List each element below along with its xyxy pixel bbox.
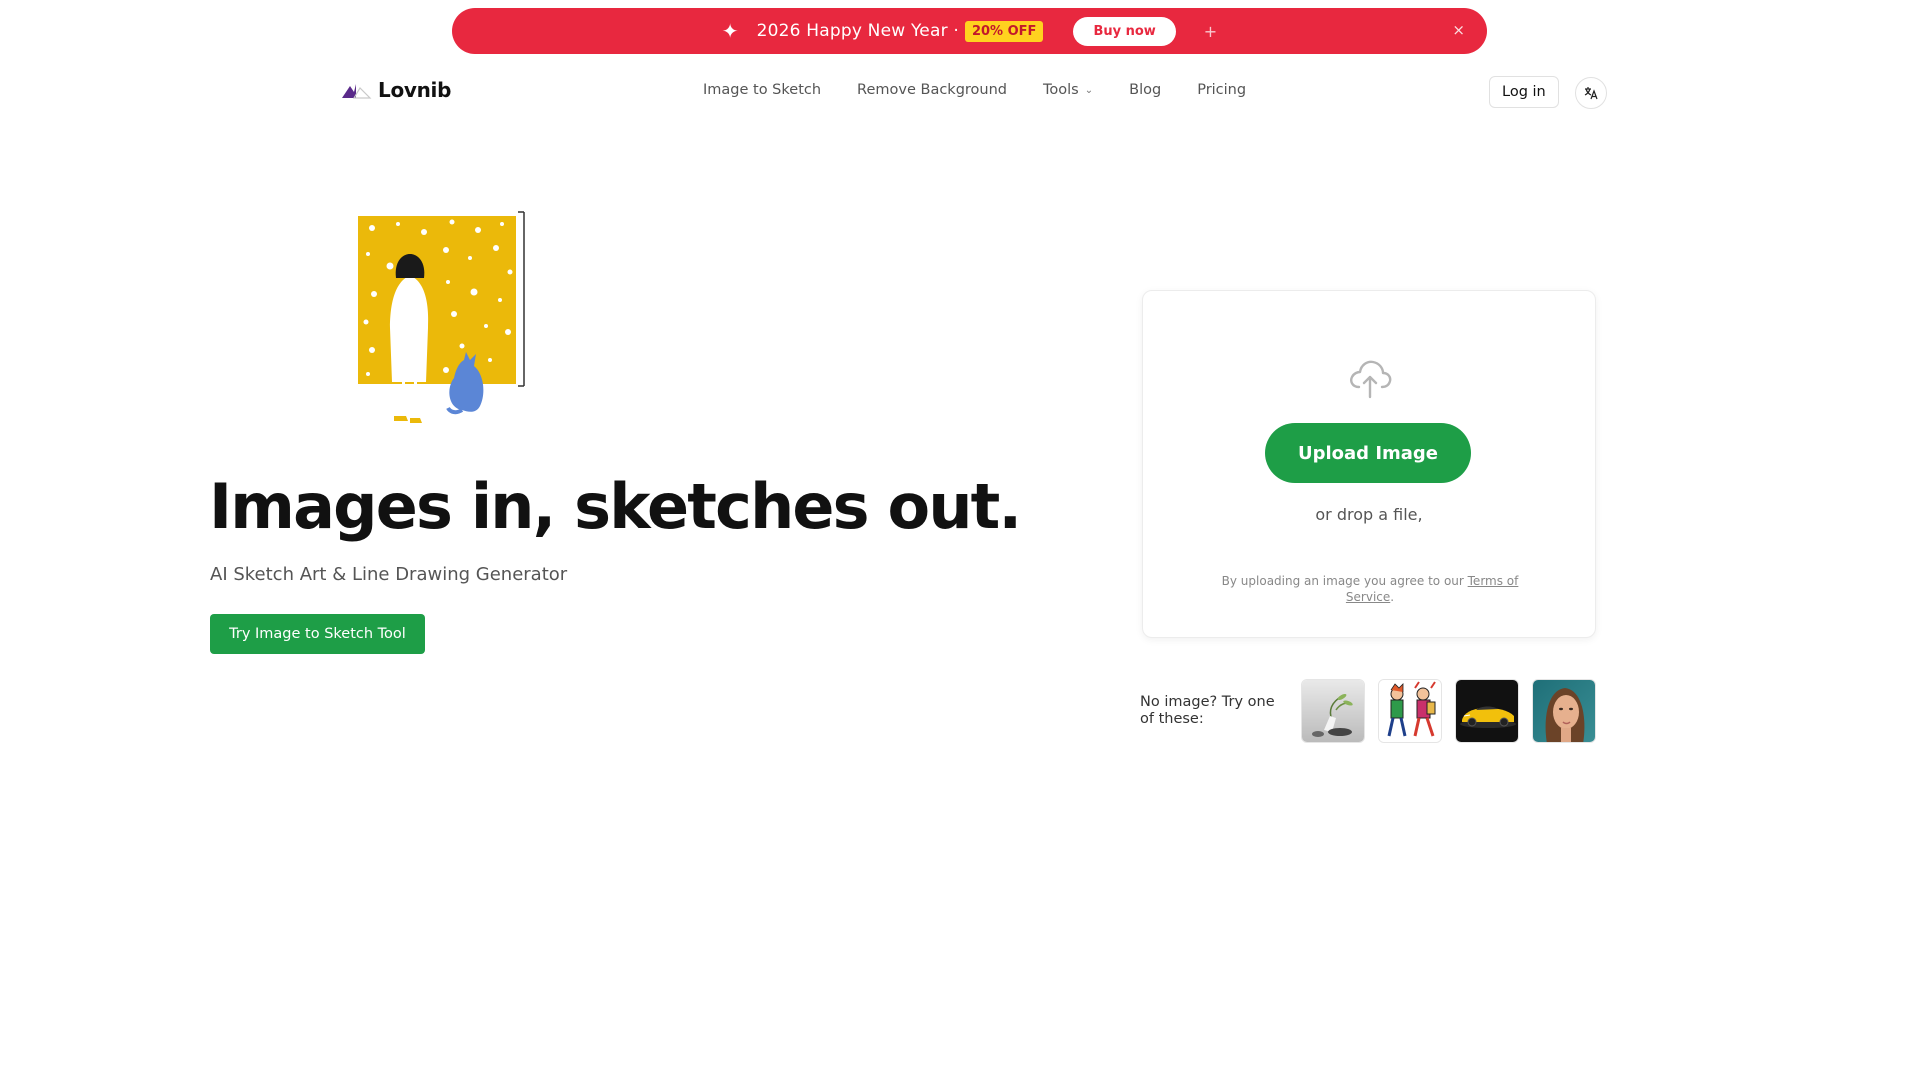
girl-and-cat-illustration [358,211,525,423]
nav-link-remove-background[interactable]: Remove Background [857,82,1007,98]
top-navigation: Lovnib Image to Sketch Remove Background… [0,62,1920,122]
language-button[interactable] [1575,77,1607,109]
translate-icon [1584,87,1598,100]
sample-thumbnail-cartoon[interactable] [1378,679,1442,743]
sample-thumbnail-plant[interactable] [1301,679,1365,743]
nav-link-image-to-sketch[interactable]: Image to Sketch [703,82,821,98]
sparkle-icon: ✦ [721,19,739,43]
discount-badge: 20% OFF [964,20,1044,42]
nav-link-tools-label: Tools [1043,82,1079,98]
plus-icon: + [1203,21,1218,41]
samples-label: No image? Try one of these: [1140,694,1275,727]
chevron-down-icon: ⌄ [1084,84,1094,96]
try-tool-button[interactable]: Try Image to Sketch Tool [210,614,425,654]
woman-portrait-image [1533,680,1595,742]
cloud-upload-icon [1350,360,1392,399]
logo-mark-icon [342,84,372,99]
hero-illustration [350,210,530,444]
yellow-sports-car-image [1456,680,1518,742]
brand-name: Lovnib [378,78,452,102]
upload-image-button[interactable]: Upload Image [1265,423,1471,483]
sample-thumbnail-portrait[interactable] [1532,679,1596,743]
login-button[interactable]: Log in [1489,76,1559,108]
terms-notice: By uploading an image you agree to our T… [1213,573,1527,605]
promo-banner: ✦ 2026 Happy New Year · 20% OFF Buy now … [452,8,1487,54]
close-icon[interactable]: × [1452,21,1465,39]
hero-subtitle: AI Sketch Art & Line Drawing Generator [210,564,568,585]
nav-link-pricing[interactable]: Pricing [1197,82,1246,98]
main-menu: Image to Sketch Remove Background Tools ⌄… [703,82,1282,98]
brand-logo[interactable]: Lovnib [340,78,451,102]
nav-link-tools[interactable]: Tools ⌄ [1043,82,1093,98]
sample-thumbnail-car[interactable] [1455,679,1519,743]
terms-prefix: By uploading an image you agree to our [1221,574,1468,588]
plant-still-life-image [1302,680,1364,742]
upload-card[interactable]: Upload Image or drop a file, By uploadin… [1142,290,1596,638]
cartoon-kids-image [1379,680,1441,742]
hero-title: Images in, sketches out. [209,470,1022,543]
nav-link-blog[interactable]: Blog [1129,82,1161,98]
terms-suffix: . [1390,590,1395,604]
promo-message: 2026 Happy New Year · [756,21,959,41]
buy-now-button[interactable]: Buy now [1073,16,1176,46]
drop-file-text: or drop a file, [1315,505,1423,524]
